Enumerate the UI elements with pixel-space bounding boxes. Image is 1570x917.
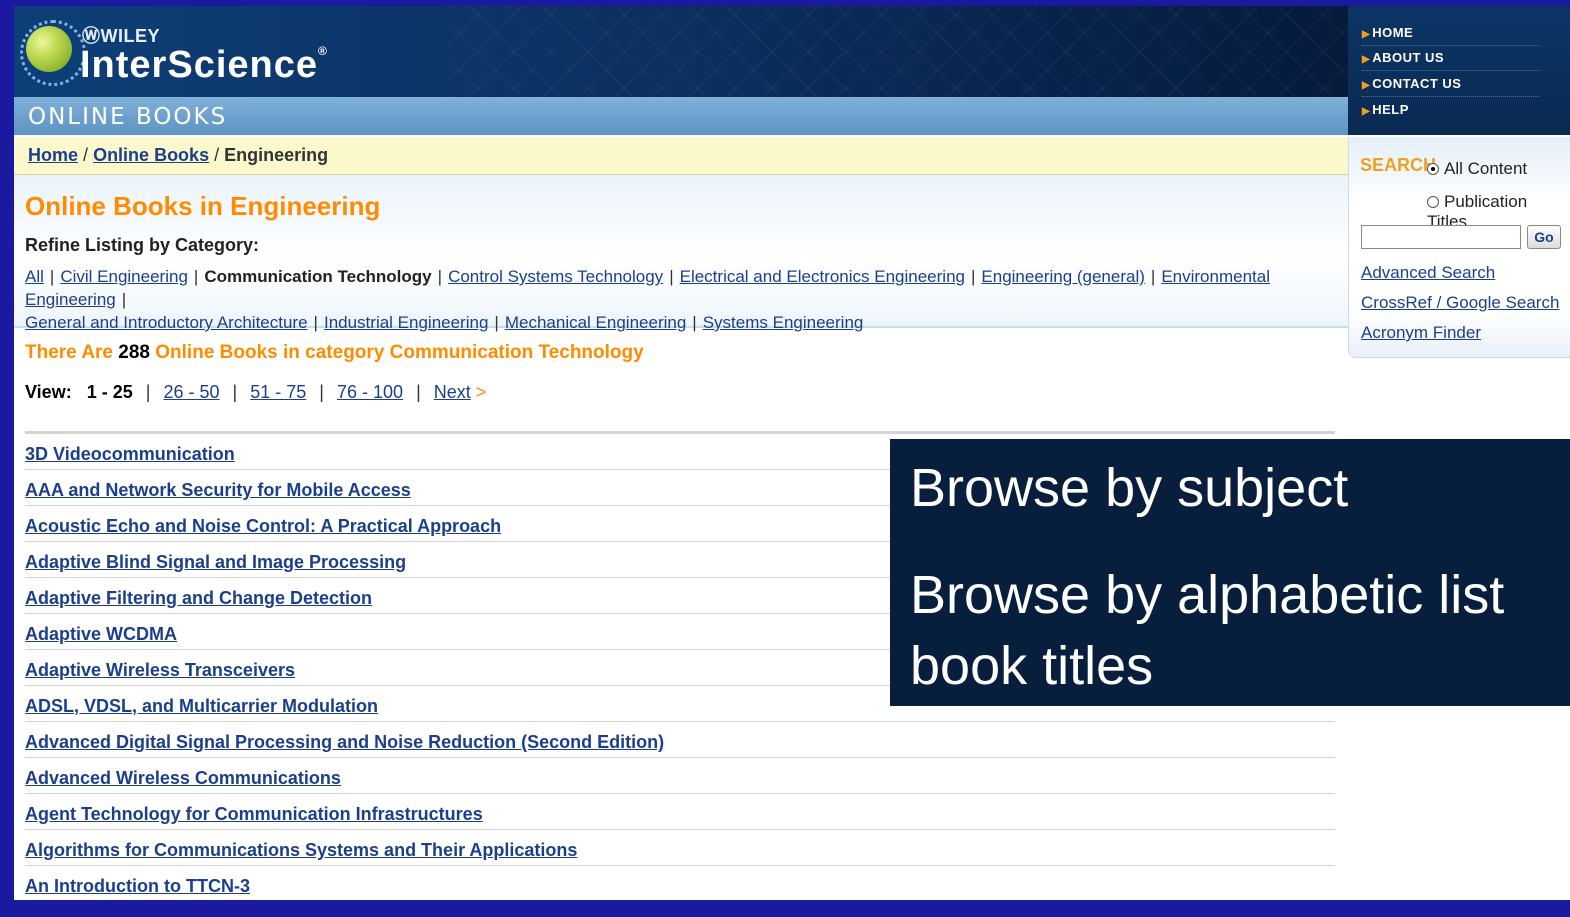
book-title-link[interactable]: Advanced Wireless Communications <box>25 768 341 789</box>
next-arrow-icon: > <box>475 382 487 402</box>
category-separator: | <box>692 313 697 332</box>
category-separator: | <box>669 267 674 286</box>
pagination-separator: | <box>232 382 238 402</box>
category-electrical-link[interactable]: Electrical and Electronics Engineering <box>680 267 965 286</box>
category-all-link[interactable]: All <box>25 267 44 286</box>
arrow-right-icon: ▶ <box>1362 80 1371 91</box>
list-item: Advanced Digital Signal Processing and N… <box>25 722 1335 758</box>
breadcrumb: Home / Online Books / Engineering <box>14 137 1348 175</box>
category-separator: | <box>313 313 318 332</box>
nav-help-link[interactable]: ▶ HELP <box>1362 102 1540 122</box>
pagination-label: View: <box>25 382 72 402</box>
pagination-separator: | <box>416 382 421 402</box>
interscience-logo[interactable]: InterScience® <box>80 44 328 87</box>
pagination-separator: | <box>319 382 324 402</box>
book-title-link[interactable]: 3D Videocommunication <box>25 444 235 465</box>
pagination-next-link[interactable]: Next <box>434 382 471 402</box>
search-option-all[interactable]: All Content <box>1427 159 1527 179</box>
callout-line: Browse by subject <box>910 458 1349 518</box>
section-banner: ONLINE BOOKS <box>14 97 1348 135</box>
book-title-link[interactable]: Algorithms for Communications Systems an… <box>25 840 577 861</box>
category-industrial-link[interactable]: Industrial Engineering <box>324 313 488 332</box>
list-item: Advanced Wireless Communications <box>25 758 1335 794</box>
category-communication-active: Communication Technology <box>204 267 432 286</box>
category-architecture-link[interactable]: General and Introductory Architecture <box>25 313 308 332</box>
callout-box: Browse by subject Browse by alphabetic l… <box>890 439 1570 706</box>
category-separator: | <box>49 267 55 286</box>
header-banner: ⓌWILEY InterScience® <box>14 6 1348 97</box>
breadcrumb-separator: / <box>214 145 220 165</box>
category-links: All | Civil Engineering | Communication Tech… <box>25 265 1335 334</box>
list-item: An Introduction to TTCN-3 <box>25 866 1335 902</box>
breadcrumb-online-books-link[interactable]: Online Books <box>93 145 209 165</box>
category-separator: | <box>970 267 976 286</box>
radio-unselected-icon <box>1427 196 1439 208</box>
category-separator: | <box>437 267 443 286</box>
book-title-link[interactable]: Adaptive Wireless Transceivers <box>25 660 295 681</box>
pagination-current: 1 - 25 <box>86 382 133 402</box>
category-panel: Online Books in Engineering Refine Listi… <box>14 175 1348 332</box>
book-title-link[interactable]: Adaptive Blind Signal and Image Processi… <box>25 552 406 573</box>
book-title-link[interactable]: Advanced Digital Signal Processing and N… <box>25 732 664 753</box>
pagination: View: 1 - 25 | 26 - 50 | 51 - 75 | 76 - … <box>25 382 486 403</box>
search-title: SEARCH <box>1360 155 1437 175</box>
arrow-right-icon: ▶ <box>1362 29 1371 40</box>
search-input[interactable] <box>1361 225 1521 249</box>
category-separator: | <box>193 267 199 286</box>
result-count-number: 288 <box>118 342 150 363</box>
refine-label: Refine Listing by Category: <box>25 235 260 255</box>
category-separator: | <box>1150 267 1156 286</box>
book-title-link[interactable]: Adaptive Filtering and Change Detection <box>25 588 372 609</box>
category-engineering-general-link[interactable]: Engineering (general) <box>981 267 1145 286</box>
category-separator: | <box>494 313 499 332</box>
breadcrumb-separator: / <box>83 145 89 165</box>
category-separator: | <box>121 290 127 309</box>
book-title-link[interactable]: Acoustic Echo and Noise Control: A Pract… <box>25 516 501 537</box>
pagination-page-link[interactable]: 26 - 50 <box>163 382 219 402</box>
book-title-link[interactable]: AAA and Network Security for Mobile Acce… <box>25 480 411 501</box>
callout-line: Browse by alphabetic list <box>910 565 1505 625</box>
book-title-link[interactable]: Adaptive WCDMA <box>25 624 177 645</box>
globe-logo-icon <box>26 26 72 72</box>
book-title-link[interactable]: Agent Technology for Communication Infra… <box>25 804 483 825</box>
search-go-button[interactable]: Go <box>1527 225 1561 249</box>
category-civil-link[interactable]: Civil Engineering <box>60 267 188 286</box>
arrow-right-icon: ▶ <box>1362 54 1371 65</box>
arrow-right-icon: ▶ <box>1362 106 1371 117</box>
top-right-nav: ▶ HOME ▶ ABOUT US ▶ CONTACT US ▶ HELP <box>1348 6 1570 135</box>
result-count: There Are 288 Online Books in category C… <box>25 342 644 363</box>
nav-contact-link[interactable]: ▶ CONTACT US <box>1362 76 1540 97</box>
book-title-link[interactable]: An Introduction to TTCN-3 <box>25 876 250 897</box>
category-mechanical-link[interactable]: Mechanical Engineering <box>505 313 686 332</box>
radio-selected-icon <box>1427 163 1439 175</box>
search-panel: SEARCH All Content Publication Titles Go… <box>1348 137 1570 358</box>
category-control-systems-link[interactable]: Control Systems Technology <box>448 267 663 286</box>
category-systems-link[interactable]: Systems Engineering <box>703 313 864 332</box>
book-title-link[interactable]: ADSL, VDSL, and Multicarrier Modulation <box>25 696 378 717</box>
bottom-border <box>0 900 1570 917</box>
acronym-finder-link[interactable]: Acronym Finder <box>1361 323 1481 343</box>
breadcrumb-home-link[interactable]: Home <box>28 145 78 165</box>
crossref-google-search-link[interactable]: CrossRef / Google Search <box>1361 293 1559 313</box>
page-title: Online Books in Engineering <box>25 191 381 221</box>
section-title: ONLINE BOOKS <box>28 104 228 130</box>
pagination-separator: | <box>145 382 151 402</box>
breadcrumb-current: Engineering <box>224 145 329 165</box>
nav-home-link[interactable]: ▶ HOME <box>1362 25 1540 46</box>
list-item: Algorithms for Communications Systems an… <box>25 830 1335 866</box>
advanced-search-link[interactable]: Advanced Search <box>1361 263 1495 283</box>
list-item: Agent Technology for Communication Infra… <box>25 794 1335 830</box>
pagination-page-link[interactable]: 51 - 75 <box>250 382 306 402</box>
callout-line: book titles <box>910 636 1154 696</box>
pagination-page-link[interactable]: 76 - 100 <box>337 382 403 402</box>
nav-about-link[interactable]: ▶ ABOUT US <box>1362 50 1540 71</box>
